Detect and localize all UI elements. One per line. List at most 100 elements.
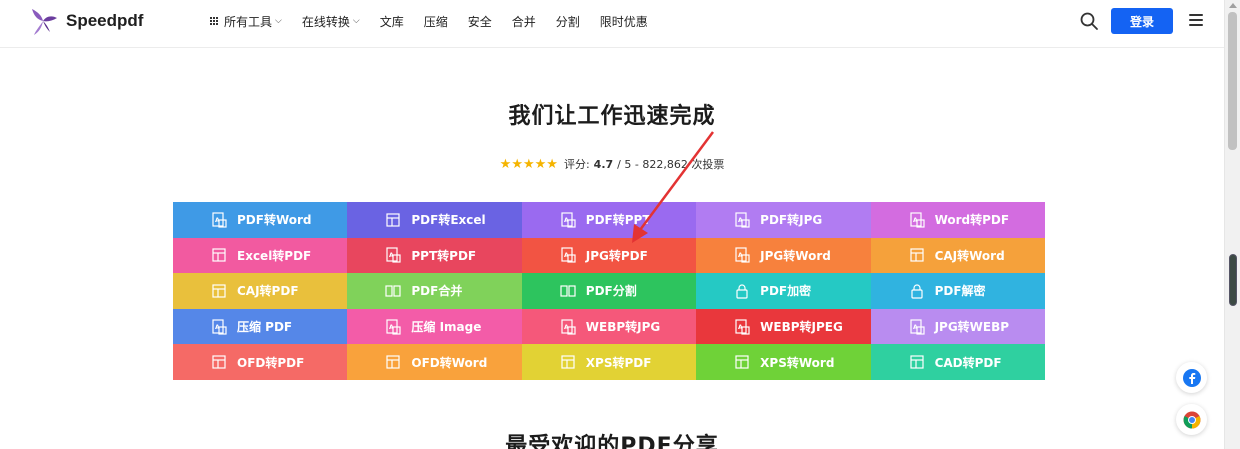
rating-line: ★★★★★ 评分: 4.7 / 5 - 822,862 次投票	[0, 156, 1224, 172]
rating-prefix: 评分:	[563, 158, 590, 171]
tool-tile[interactable]: A PDF转PPT	[521, 202, 697, 238]
tool-label: XPS转PDF	[585, 355, 652, 370]
file-convert-icon: A	[734, 212, 750, 228]
tool-tile[interactable]: A JPG转Word	[696, 237, 871, 274]
file-convert-icon: A	[909, 318, 925, 335]
tool-label: CAJ转PDF	[237, 284, 299, 299]
file-convert-icon	[909, 247, 925, 263]
tool-label: PDF解密	[934, 284, 986, 299]
tool-label: PPT转PDF	[411, 248, 477, 263]
search-icon[interactable]	[1079, 11, 1099, 31]
tool-tile[interactable]: A WEBP转JPG	[521, 308, 697, 345]
nav-item-2[interactable]: 文库	[380, 13, 404, 30]
tools-grid: A PDF转Word PDF转Excel A PDF转PPT A PDF转JPG A Word转…	[173, 202, 1045, 380]
nav-item-label: 分割	[555, 14, 580, 29]
chevron-down-icon: ⌵	[352, 16, 360, 26]
login-button[interactable]: 登录	[1111, 8, 1173, 34]
nav-item-4[interactable]: 安全	[468, 13, 492, 30]
top-header: Speedpdf 所有工具 ⌵ 在线转换 ⌵ 文库 压缩 安全 合并 分割 限时优惠 登录	[0, 0, 1224, 48]
nav-item-label: 文库	[379, 14, 404, 29]
tool-label: JPG转Word	[760, 248, 831, 263]
tool-tile[interactable]: CAD转PDF	[870, 344, 1045, 380]
tool-tile[interactable]: CAJ转PDF	[173, 273, 348, 309]
nav-item-0[interactable]: 所有工具 ⌵	[210, 13, 282, 30]
tool-tile[interactable]: PDF解密	[870, 273, 1045, 309]
tool-label: PDF转JPG	[760, 213, 823, 228]
tool-label: PDF转PPT	[585, 213, 651, 228]
tool-tile[interactable]: XPS转Word	[696, 344, 871, 380]
tool-label: PDF合并	[411, 284, 463, 299]
tool-label: WEBP转JPG	[585, 320, 661, 335]
file-convert-icon: A	[385, 318, 401, 335]
tool-label: JPG转PDF	[585, 248, 648, 263]
tool-label: JPG转WEBP	[934, 320, 1010, 335]
tool-tile[interactable]: PDF合并	[347, 273, 522, 309]
tool-label: Excel转PDF	[237, 248, 312, 263]
tool-tile[interactable]: A Word转PDF	[870, 202, 1045, 238]
tool-label: Word转PDF	[934, 213, 1010, 228]
tool-label: OFD转Word	[411, 355, 488, 370]
file-convert-icon	[385, 354, 401, 370]
tool-tile[interactable]: XPS转PDF	[521, 344, 697, 380]
nav-item-label: 安全	[467, 14, 492, 29]
file-convert-icon	[909, 354, 925, 370]
tool-tile[interactable]: A WEBP转JPEG	[696, 308, 871, 345]
nav-item-7[interactable]: 限时优惠	[600, 13, 648, 30]
tool-tile[interactable]: PDF分割	[521, 273, 697, 309]
file-convert-icon: A	[385, 247, 401, 263]
rating-votes: / 5 - 822,862 次投票	[617, 158, 725, 171]
nav-item-1[interactable]: 在线转换 ⌵	[302, 13, 360, 30]
butterfly-logo-icon	[32, 9, 57, 35]
chevron-down-icon: ⌵	[275, 16, 282, 26]
tool-label: PDF加密	[760, 284, 812, 299]
tool-tile[interactable]: PDF加密	[696, 273, 871, 309]
nav-item-label: 在线转换	[301, 14, 350, 29]
brand-logo[interactable]: Speedpdf	[28, 6, 143, 36]
chrome-extension-button[interactable]	[1176, 404, 1207, 435]
chrome-icon	[1183, 411, 1200, 428]
file-convert-icon: A	[211, 212, 227, 228]
tool-tile[interactable]: A PPT转PDF	[347, 237, 522, 274]
tool-tile[interactable]: A PDF转JPG	[696, 202, 871, 238]
tool-label: WEBP转JPEG	[760, 320, 843, 335]
tool-label: CAD转PDF	[934, 355, 1002, 370]
tool-label: PDF转Excel	[411, 213, 486, 228]
grid-icon	[210, 17, 218, 25]
file-convert-icon: A	[211, 318, 227, 335]
rating-stars-icon: ★★★★★	[499, 156, 558, 172]
tool-label: CAJ转Word	[934, 248, 1005, 263]
file-convert-icon	[385, 212, 401, 228]
tool-tile[interactable]: OFD转PDF	[173, 344, 348, 380]
tool-tile[interactable]: A JPG转WEBP	[870, 308, 1045, 345]
file-convert-icon: A	[909, 212, 925, 228]
tool-tile[interactable]: OFD转Word	[347, 344, 522, 380]
facebook-share-button[interactable]	[1176, 362, 1207, 393]
tool-tile[interactable]: PDF转Excel	[347, 202, 522, 238]
tool-tile[interactable]: A 压缩 PDF	[173, 308, 348, 345]
side-scroll-handle[interactable]	[1229, 254, 1237, 306]
nav-item-5[interactable]: 合并	[512, 13, 536, 30]
nav-item-6[interactable]: 分割	[556, 13, 580, 30]
tool-tile[interactable]: A PDF转Word	[173, 202, 348, 238]
nav-item-label: 合并	[511, 14, 536, 29]
facebook-icon	[1182, 368, 1201, 387]
file-convert-icon	[211, 283, 227, 299]
scrollbar-thumb[interactable]	[1228, 12, 1237, 150]
tool-tile[interactable]: CAJ转Word	[870, 237, 1045, 274]
tool-tile[interactable]: Excel转PDF	[173, 237, 348, 274]
nav-item-label: 限时优惠	[599, 14, 648, 29]
file-convert-icon: A	[560, 247, 576, 263]
tool-label: PDF转Word	[237, 213, 312, 228]
hamburger-menu-icon[interactable]	[1189, 14, 1203, 26]
tool-tile[interactable]: A 压缩 Image	[347, 308, 522, 345]
nav-item-3[interactable]: 压缩	[424, 13, 448, 30]
vertical-scrollbar[interactable]	[1224, 0, 1240, 449]
nav-item-label: 压缩	[423, 14, 448, 29]
file-convert-icon	[734, 283, 750, 299]
file-convert-icon: A	[734, 247, 750, 263]
tool-label: 压缩 PDF	[237, 320, 293, 335]
file-convert-icon	[211, 354, 227, 370]
scroll-up-arrow-icon[interactable]	[1229, 3, 1237, 8]
file-convert-icon	[734, 354, 750, 370]
tool-tile[interactable]: A JPG转PDF	[521, 237, 697, 274]
